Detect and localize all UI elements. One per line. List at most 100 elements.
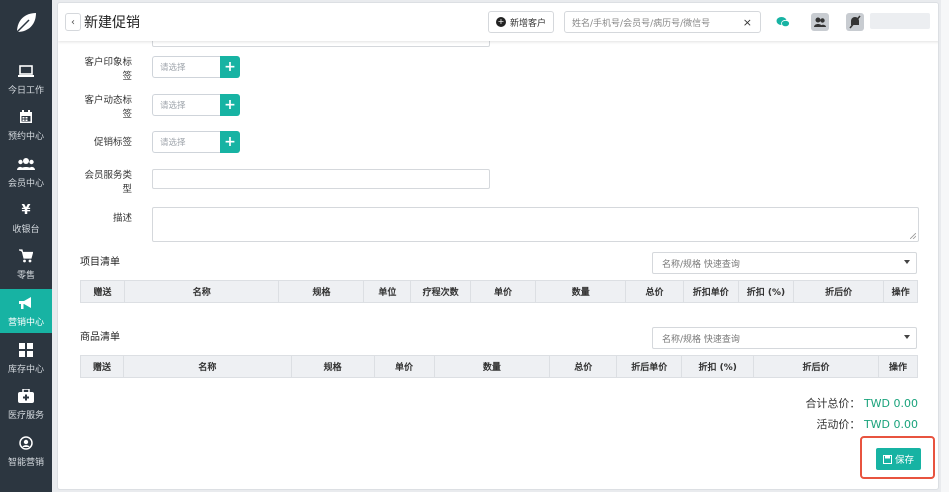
yen-icon: ¥ bbox=[21, 202, 31, 218]
column-header: 名称 bbox=[123, 280, 280, 303]
back-button[interactable]: ‹ bbox=[65, 13, 81, 31]
activity-price-value: TWD 0.00 bbox=[863, 418, 918, 431]
logo[interactable] bbox=[0, 0, 52, 46]
dynamic-tag-placeholder[interactable]: 请选择 bbox=[152, 94, 220, 116]
column-header: 规格 bbox=[290, 355, 375, 378]
leaf-logo-icon bbox=[16, 13, 36, 33]
sidebar-item-label: 营销中心 bbox=[7, 318, 44, 328]
client-search-input[interactable]: 姓名/手机号/会员号/病历号/微信号 × bbox=[564, 11, 761, 33]
user-account-placeholder[interactable] bbox=[870, 13, 930, 29]
column-header: 数量 bbox=[433, 355, 551, 378]
column-header: 折扣 (%) bbox=[681, 355, 755, 378]
sidebar-item-label: 医疗服务 bbox=[7, 411, 44, 421]
medkit-icon bbox=[18, 387, 34, 405]
plus-circle-icon: + bbox=[496, 17, 506, 27]
users-icon bbox=[17, 155, 35, 173]
sidebar-item-marketing[interactable]: 营销中心 bbox=[0, 289, 52, 333]
total-price-value: TWD 0.00 bbox=[863, 397, 918, 410]
sidebar-item-label: 库存中心 bbox=[7, 365, 44, 375]
wechat-icon[interactable] bbox=[773, 12, 793, 32]
add-dynamic-tag-button[interactable]: + bbox=[220, 94, 240, 116]
clear-search-icon[interactable]: × bbox=[743, 16, 752, 29]
column-header: 单价 bbox=[469, 280, 537, 303]
sidebar-item-label: 收银台 bbox=[12, 225, 40, 235]
goods-search-placeholder: 名称/规格 快速查询 bbox=[662, 334, 740, 345]
new-client-button[interactable]: + 新增客户 bbox=[488, 11, 555, 33]
sidebar-item-label: 预约中心 bbox=[7, 132, 44, 142]
add-promo-tag-button[interactable]: + bbox=[220, 131, 240, 153]
main-panel: ‹ 新建促销 + 新增客户 姓名/手机号/会员号/病历号/微信号 × 客户印象标… bbox=[57, 2, 939, 490]
impression-tag-placeholder[interactable]: 请选择 bbox=[152, 56, 220, 78]
column-header: 总价 bbox=[549, 355, 618, 378]
sidebar-item-cashier[interactable]: ¥ 收银台 bbox=[0, 196, 52, 240]
goods-quick-search[interactable]: 名称/规格 快速查询 bbox=[652, 327, 917, 349]
project-search-placeholder: 名称/规格 快速查询 bbox=[662, 259, 740, 270]
sidebar: 今日工作 预约中心 会员中心 ¥ 收银台 零售 营销中心 库存中心 医疗服务 智… bbox=[0, 0, 52, 492]
robot-icon bbox=[19, 434, 33, 452]
sidebar-item-label: 今日工作 bbox=[7, 86, 44, 96]
add-impression-tag-button[interactable]: + bbox=[220, 56, 240, 78]
activity-price: 活动价： TWD 0.00 bbox=[816, 416, 918, 432]
description-textarea[interactable] bbox=[152, 207, 919, 242]
sidebar-item-appointment[interactable]: 预约中心 bbox=[0, 103, 52, 147]
sidebar-item-smart-marketing[interactable]: 智能营销 bbox=[0, 429, 52, 473]
project-list-title: 项目清单 bbox=[80, 257, 120, 268]
dropdown-caret-icon bbox=[904, 260, 910, 264]
column-header: 疗程次数 bbox=[410, 280, 471, 303]
save-icon bbox=[882, 454, 892, 464]
column-header: 单位 bbox=[363, 280, 412, 303]
column-header: 折扣 (%) bbox=[737, 280, 795, 303]
sidebar-item-retail[interactable]: 零售 bbox=[0, 242, 52, 286]
page-title: 新建促销 bbox=[84, 15, 140, 31]
activity-price-label: 活动价： bbox=[816, 418, 861, 431]
goods-list-title: 商品清单 bbox=[80, 332, 120, 343]
impression-tag-select[interactable]: 请选择 + bbox=[152, 56, 240, 78]
promo-tag-label: 促销标签 bbox=[93, 137, 132, 148]
column-header: 操作 bbox=[877, 355, 919, 378]
description-label: 描述 bbox=[112, 213, 132, 224]
sidebar-item-today[interactable]: 今日工作 bbox=[0, 57, 52, 101]
dropdown-caret-icon bbox=[904, 335, 910, 339]
promo-tag-select[interactable]: 请选择 + bbox=[152, 131, 240, 153]
column-header: 折后价 bbox=[753, 355, 879, 378]
client-group-icon[interactable] bbox=[810, 12, 830, 32]
column-header: 折后价 bbox=[793, 280, 885, 303]
sidebar-item-inventory[interactable]: 库存中心 bbox=[0, 336, 52, 380]
top-bar: ‹ 新建促销 + 新增客户 姓名/手机号/会员号/病历号/微信号 × bbox=[58, 3, 938, 41]
service-type-input[interactable] bbox=[152, 169, 490, 189]
mute-bell-icon[interactable] bbox=[845, 12, 865, 32]
goods-table: 赠送 名称 规格 单价 数量 总价 折后单价 折扣 (%) 折后价 操作 bbox=[80, 355, 919, 378]
save-button[interactable]: 保存 bbox=[876, 448, 921, 470]
column-header: 折扣单价 bbox=[682, 280, 739, 303]
resize-handle-icon[interactable] bbox=[910, 233, 916, 239]
impression-tag-label: 客户印象标签 bbox=[84, 57, 132, 82]
project-quick-search[interactable]: 名称/规格 快速查询 bbox=[652, 252, 917, 274]
dynamic-tag-select[interactable]: 请选择 + bbox=[152, 94, 240, 116]
sidebar-item-label: 会员中心 bbox=[7, 179, 44, 189]
sidebar-item-members[interactable]: 会员中心 bbox=[0, 150, 52, 194]
window-scrollbar[interactable] bbox=[941, 0, 949, 492]
column-header: 操作 bbox=[883, 280, 918, 303]
column-header: 数量 bbox=[535, 280, 627, 303]
dynamic-tag-label: 客户动态标签 bbox=[84, 95, 132, 120]
project-table: 赠送 名称 规格 单位 疗程次数 单价 数量 总价 折扣单价 折扣 (%) 折后… bbox=[80, 280, 918, 303]
service-type-label: 会员服务类型 bbox=[84, 170, 132, 195]
column-header: 赠送 bbox=[80, 355, 124, 378]
total-price: 合计总价： TWD 0.00 bbox=[805, 395, 918, 411]
grid-icon bbox=[19, 341, 33, 359]
cart-icon bbox=[19, 247, 33, 265]
column-header: 规格 bbox=[278, 280, 365, 303]
column-header: 单价 bbox=[373, 355, 435, 378]
megaphone-icon bbox=[18, 294, 34, 312]
app: 今日工作 预约中心 会员中心 ¥ 收银台 零售 营销中心 库存中心 医疗服务 智… bbox=[0, 0, 949, 492]
new-client-label: 新增客户 bbox=[510, 18, 547, 29]
promo-tag-placeholder[interactable]: 请选择 bbox=[152, 131, 220, 153]
table-header-row: 赠送 名称 规格 单位 疗程次数 单价 数量 总价 折扣单价 折扣 (%) 折后… bbox=[80, 280, 918, 303]
search-placeholder: 姓名/手机号/会员号/病历号/微信号 bbox=[572, 18, 711, 29]
column-header: 赠送 bbox=[80, 280, 125, 303]
column-header: 总价 bbox=[625, 280, 684, 303]
sidebar-item-medical[interactable]: 医疗服务 bbox=[0, 382, 52, 426]
total-price-label: 合计总价： bbox=[805, 397, 861, 410]
table-header-row: 赠送 名称 规格 单价 数量 总价 折后单价 折扣 (%) 折后价 操作 bbox=[80, 355, 919, 378]
calendar-icon bbox=[19, 108, 33, 126]
